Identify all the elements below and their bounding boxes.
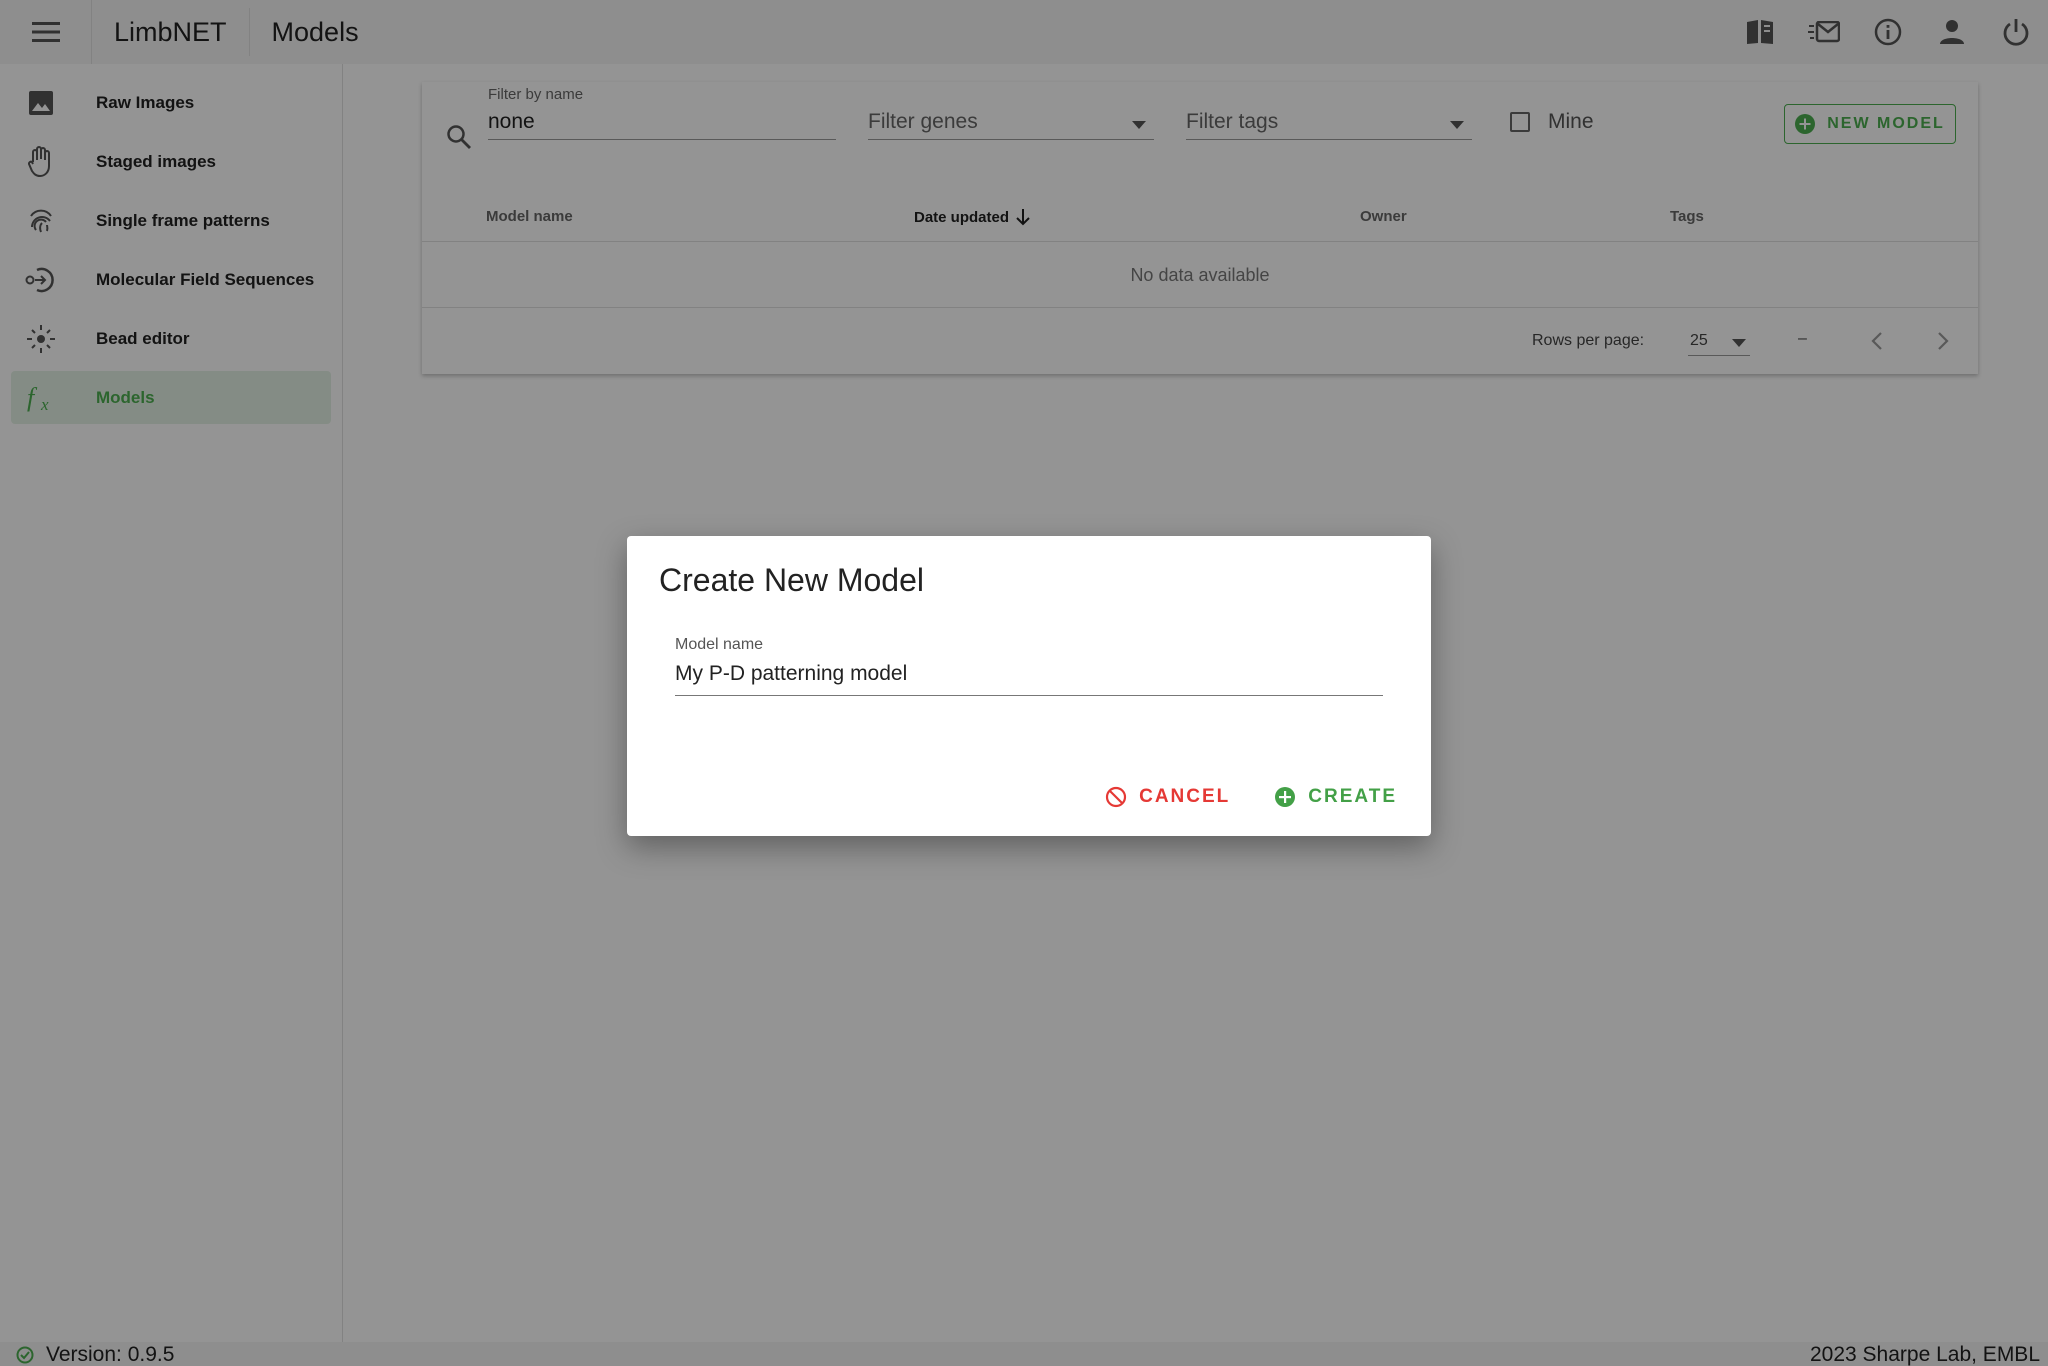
dialog-actions: CANCEL CREATE [1101, 778, 1401, 816]
model-name-field[interactable]: Model name My P-D patterning model [675, 636, 1383, 696]
cancel-button[interactable]: CANCEL [1101, 778, 1234, 816]
model-name-label: Model name [675, 636, 764, 653]
cancel-label: CANCEL [1139, 786, 1231, 807]
model-name-input[interactable]: My P-D patterning model [675, 662, 907, 686]
create-button[interactable]: CREATE [1270, 778, 1401, 816]
cancel-icon [1105, 786, 1127, 808]
create-label: CREATE [1308, 786, 1397, 807]
create-model-dialog: Create New Model Model name My P-D patte… [627, 536, 1431, 836]
dialog-title: Create New Model [659, 562, 924, 598]
plus-circle-icon [1274, 786, 1296, 808]
